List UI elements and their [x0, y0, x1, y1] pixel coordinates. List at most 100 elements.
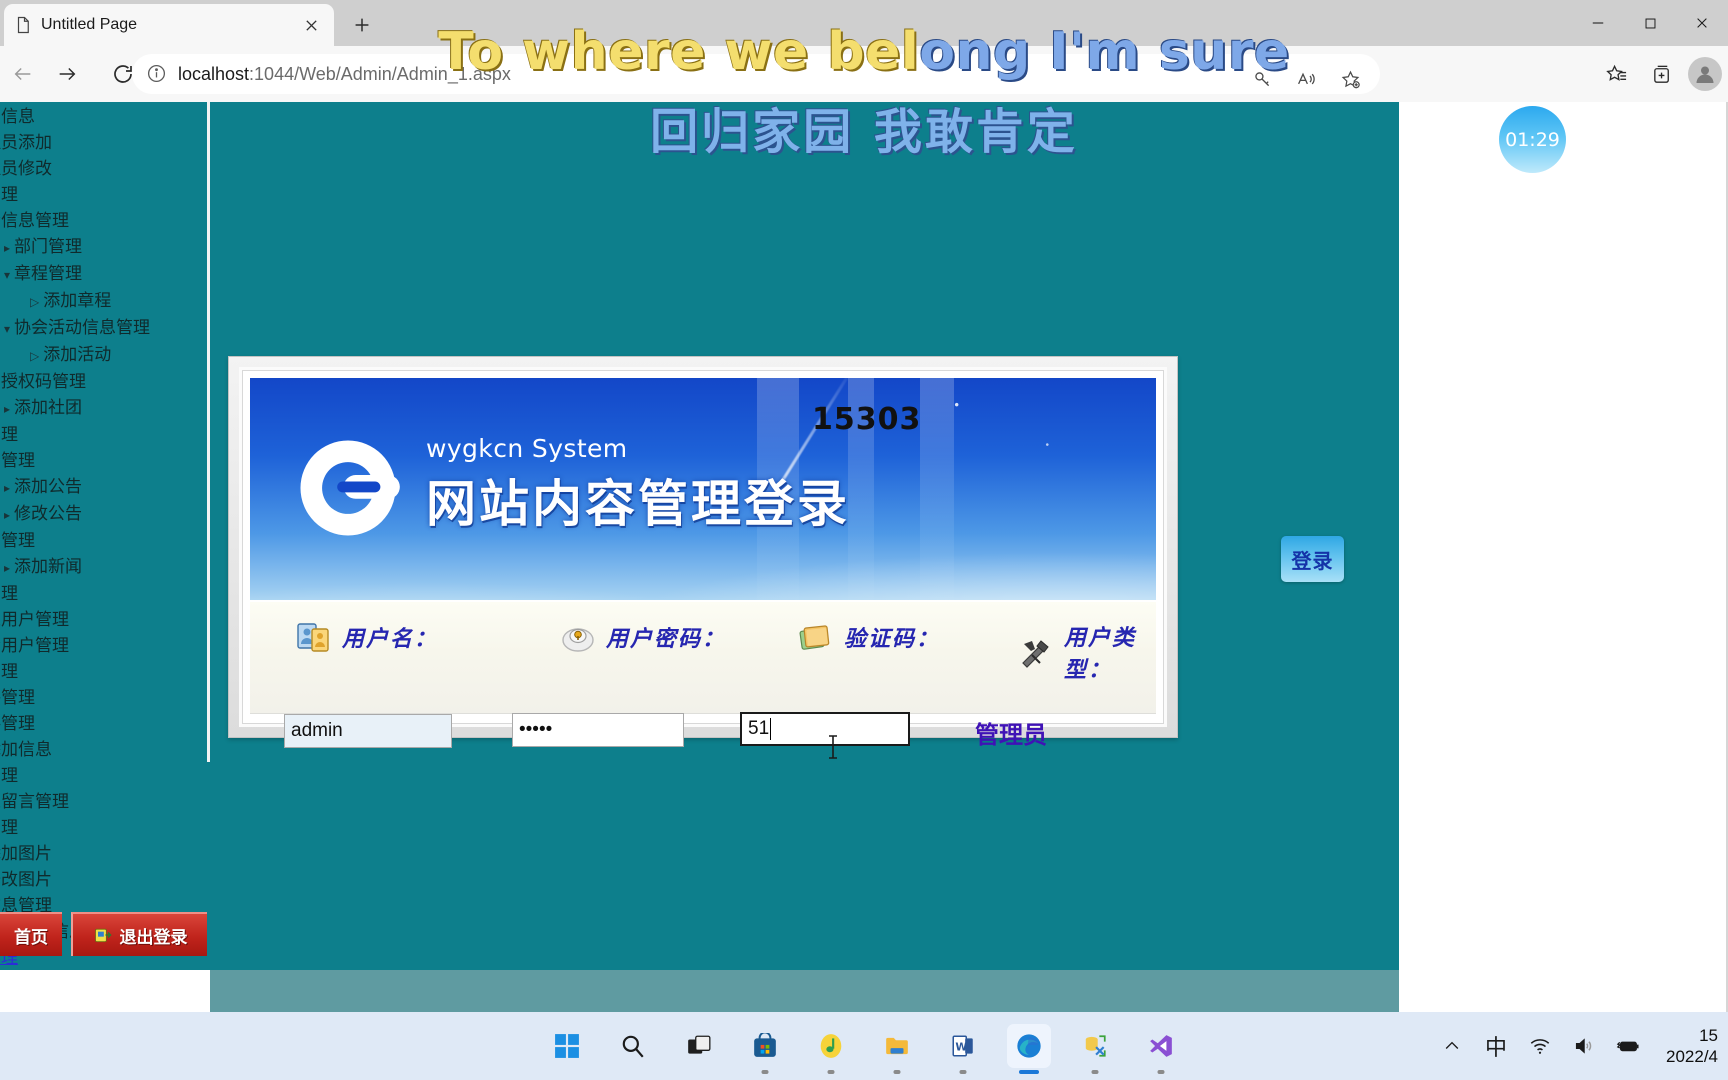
sidebar-item-label: 管理: [0, 818, 18, 838]
search-button[interactable]: [611, 1024, 655, 1068]
floating-timer-badge[interactable]: 01:29: [1499, 106, 1566, 173]
sidebar-item[interactable]: ▾ 章程管理: [0, 261, 210, 288]
logout-button-label: 退出登录: [119, 927, 188, 948]
text-cursor-icon: [826, 734, 840, 760]
sidebar-item[interactable]: 管理: [0, 763, 210, 789]
sidebar-item[interactable]: 管理: [0, 182, 210, 208]
sidebar-item-label: 添加章程: [43, 291, 112, 311]
sidebar-item-label: 管理: [0, 766, 18, 786]
sidebar-item[interactable]: 管理: [0, 815, 210, 841]
password-input[interactable]: •••••: [512, 713, 684, 747]
home-button-label: 首页: [14, 927, 48, 948]
sidebar-item[interactable]: 人留言管理: [0, 789, 210, 815]
sidebar-item[interactable]: ▷ 添加活动: [0, 342, 210, 369]
volume-icon[interactable]: [1572, 1034, 1596, 1058]
users-icon: [296, 620, 332, 654]
page-right-blank: [1399, 102, 1728, 1012]
sidebar-item[interactable]: 会信息管理: [0, 208, 210, 234]
chevron-icon: ▸: [4, 561, 11, 575]
sidebar-item-label: 人用户管理: [0, 610, 69, 630]
sidebar-item[interactable]: ▷ 添加章程: [0, 288, 210, 315]
label-captcha-text: 验证码：: [844, 626, 941, 652]
sidebar-item-label: 管理: [0, 185, 18, 205]
sidebar-item[interactable]: ▸ 添加社团: [0, 395, 210, 422]
sidebar-item-label: 料管理: [0, 714, 35, 734]
sidebar-item-label: 修改公告: [14, 504, 83, 524]
captcha-input[interactable]: 51: [740, 712, 910, 746]
battery-charging-icon[interactable]: [1616, 1034, 1640, 1058]
login-form-strip: 用户名： 用户密码： 验证码： 用户类型：: [250, 602, 1156, 714]
ime-indicator[interactable]: 中: [1484, 1034, 1508, 1061]
sidebar-scrollbar[interactable]: [207, 102, 210, 970]
captcha-input-value: 51: [748, 718, 770, 739]
sidebar-item-label: 闻管理: [0, 531, 35, 551]
sidebar-item-label: 人留言管理: [0, 792, 69, 812]
logout-button[interactable]: 退出登录: [71, 912, 207, 956]
task-view-button[interactable]: [677, 1024, 721, 1068]
sidebar-item-label: 添加活动: [43, 345, 112, 365]
sidebar-item-label: 管理: [0, 425, 18, 445]
sidebar-item[interactable]: 团授权码管理: [0, 369, 210, 395]
clock-time: 15: [1699, 1026, 1718, 1045]
taskbar-apps: W: [545, 1012, 1183, 1080]
login-card: wygkcn System 网站内容管理登录 用户名： 用户密码： 验证码： 用…: [228, 356, 1178, 738]
microsoft-edge[interactable]: [1007, 1024, 1051, 1074]
cards-icon: [798, 620, 834, 654]
lock-icon: [560, 620, 596, 654]
tools-icon: [1018, 635, 1054, 669]
visual-studio[interactable]: [1139, 1024, 1183, 1074]
sidebar-item-label: 会信息管理: [0, 211, 69, 231]
home-button[interactable]: 首页: [0, 912, 62, 956]
karaoke-lyric-english: To where we belong I'm sure: [0, 22, 1728, 82]
sidebar-item[interactable]: 管理: [0, 659, 210, 685]
sidebar-item[interactable]: 人用户管理: [0, 607, 210, 633]
sidebar-item[interactable]: ▸ 修改公告: [0, 501, 210, 528]
qq-music[interactable]: [809, 1024, 853, 1074]
lyric-sung-part: To where we bel: [438, 22, 920, 82]
taskbar-clock[interactable]: 15 2022/4: [1660, 1025, 1718, 1067]
sidebar-item-label: 添加社团: [14, 398, 83, 418]
sidebar-item[interactable]: 管理: [0, 581, 210, 607]
label-usertype: 用户类型：: [1018, 620, 1156, 684]
wygkcn-logo-icon: [294, 434, 402, 542]
sidebar-menu: 员信息理员添加理员修改管理会信息管理▸部门管理▾章程管理▷添加章程▾协会活动信息…: [0, 102, 210, 970]
sidebar-item[interactable]: 管理: [0, 422, 210, 448]
sidebar-item-label: 会用户管理: [0, 636, 69, 656]
karaoke-lyric-chinese: 回归家园 我敢肯定: [650, 104, 1078, 160]
sidebar-item[interactable]: 料管理: [0, 711, 210, 737]
sidebar-item[interactable]: 添加图片: [0, 841, 210, 867]
sidebar-item[interactable]: ▸ 添加公告: [0, 474, 210, 501]
chevron-icon: ▾: [4, 322, 11, 336]
sql-server-tools[interactable]: [1073, 1024, 1117, 1074]
microsoft-word[interactable]: W: [941, 1024, 985, 1074]
sidebar-item-label: 理员修改: [0, 159, 52, 179]
label-captcha: 验证码：: [798, 620, 940, 654]
chevron-icon: ▾: [4, 268, 11, 282]
sidebar-item[interactable]: 添加信息: [0, 737, 210, 763]
sidebar-item-label: 部门管理: [14, 237, 83, 257]
sidebar-item-label: 管理: [0, 662, 18, 682]
start-button[interactable]: [545, 1024, 589, 1068]
admin-sidebar: 员信息理员添加理员修改管理会信息管理▸部门管理▾章程管理▷添加章程▾协会活动信息…: [0, 102, 210, 970]
sidebar-item[interactable]: ▸ 部门管理: [0, 234, 210, 261]
chevron-up-icon[interactable]: [1440, 1034, 1464, 1058]
login-banner: wygkcn System 网站内容管理登录: [250, 370, 1156, 600]
login-submit-button[interactable]: 登录: [1281, 536, 1344, 582]
sidebar-item[interactable]: 修改图片: [0, 867, 210, 893]
sidebar-item[interactable]: 会用户管理: [0, 633, 210, 659]
lyric-unsung-part: ong I'm sure: [919, 22, 1290, 82]
login-card-inner: wygkcn System 网站内容管理登录 用户名： 用户密码： 验证码： 用…: [239, 367, 1167, 727]
sidebar-item[interactable]: ▾ 协会活动信息管理: [0, 315, 210, 342]
sidebar-item[interactable]: 告管理: [0, 448, 210, 474]
username-input[interactable]: admin: [284, 714, 452, 748]
chevron-icon: ▸: [4, 481, 11, 495]
file-explorer[interactable]: [875, 1024, 919, 1074]
sidebar-item[interactable]: ▸ 添加新闻: [0, 554, 210, 581]
wifi-icon[interactable]: [1528, 1034, 1552, 1058]
sidebar-item[interactable]: 格管理: [0, 685, 210, 711]
sidebar-item[interactable]: 闻管理: [0, 528, 210, 554]
usertype-value: 管理员: [975, 721, 1047, 749]
sidebar-item-label: 添加信息: [0, 740, 52, 760]
chevron-icon: ▸: [4, 508, 11, 522]
microsoft-store[interactable]: [743, 1024, 787, 1074]
